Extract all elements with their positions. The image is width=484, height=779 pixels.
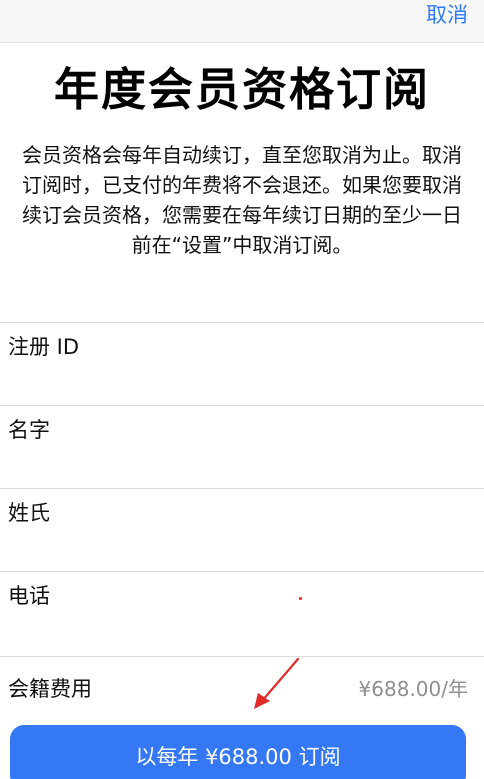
subscription-screen: 取消 年度会员资格订阅 会员资格会每年自动续订，直至您取消为止。取消订阅时，已支… (0, 0, 484, 779)
fee-label: 会籍费用 (8, 677, 92, 701)
field-label: 名字 (8, 418, 50, 442)
subscription-description: 会员资格会每年自动续订，直至您取消为止。取消订阅时，已支付的年费将不会退还。如果… (22, 143, 462, 257)
field-label: 电话 (8, 584, 50, 608)
page-title: 年度会员资格订阅 (53, 63, 430, 116)
subscribe-button[interactable]: 以每年 ¥688.00 订阅 (10, 725, 466, 779)
field-last-name: 姓氏 (0, 488, 484, 571)
first-name-input[interactable] (8, 452, 468, 478)
fee-value: ¥688.00/年 (358, 677, 468, 701)
red-dot-mark (299, 597, 302, 600)
cancel-button[interactable]: 取消 (426, 2, 468, 28)
registration-id-input[interactable] (8, 369, 468, 395)
field-first-name: 名字 (0, 405, 484, 488)
field-registration-id: 注册 ID (0, 322, 484, 405)
field-phone: 电话 (0, 571, 484, 654)
last-name-input[interactable] (8, 535, 468, 561)
field-label: 姓氏 (8, 501, 50, 525)
top-bar: 取消 (0, 0, 484, 43)
phone-input[interactable] (8, 618, 468, 644)
member-form: 注册 ID 名字 姓氏 电话 (0, 322, 484, 654)
field-label: 注册 ID (8, 335, 80, 359)
membership-fee-row: 会籍费用 ¥688.00/年 (0, 656, 484, 706)
